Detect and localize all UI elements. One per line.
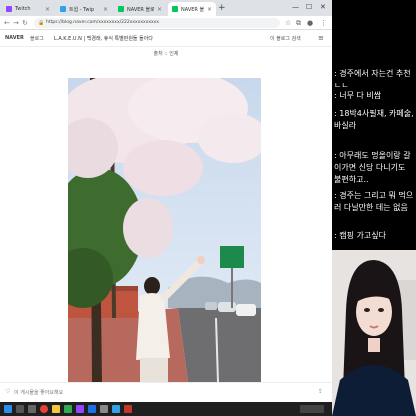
stream-chat: : 경주에서 자는건 추천 ㄴㄴ : 너무 다 비쌈 : 18박4사필재, 카페… <box>332 0 416 250</box>
tab-naver-active[interactable]: NAVER 블로그 [단독] 무슨 일이에요? × <box>168 2 216 16</box>
close-window-button[interactable]: ✕ <box>320 2 326 12</box>
tab-label: NAVER 블로그 [단독] 무슨 일이에요? <box>181 6 204 13</box>
app-icon[interactable] <box>64 405 72 413</box>
blog-link[interactable]: 블로그 <box>30 35 44 42</box>
forward-button[interactable]: → <box>13 18 19 28</box>
system-tray-icon[interactable] <box>300 405 324 413</box>
heart-icon[interactable]: ♡ <box>5 388 10 395</box>
twip-favicon-icon <box>60 6 66 12</box>
close-icon[interactable]: × <box>157 6 162 13</box>
tab-label: NAVER 블로그 :: 네이버 대한민국 1등 <box>127 6 154 13</box>
tab-label: Twitch <box>15 6 31 12</box>
folder-icon[interactable] <box>52 405 60 413</box>
chat-message: : 아무래도 멍올이랑 갈이가면 신당 다니기도 불편하고.. <box>334 151 411 184</box>
close-icon[interactable]: × <box>207 6 212 13</box>
star-icon[interactable]: ☆ <box>285 18 291 28</box>
tab-twip[interactable]: 트윕 - Twip × <box>56 2 112 16</box>
chat-message: : 캠핑 가고싶다 <box>334 231 386 240</box>
close-icon[interactable]: × <box>45 6 50 13</box>
webcam-illustration <box>332 250 416 416</box>
chat-message: : 경주에서 자는건 추천 ㄴㄴ <box>334 69 411 90</box>
back-button[interactable]: ← <box>4 18 10 28</box>
browser-window: Twitch × 트윕 - Twip × NAVER 블로그 :: 네이버 대한… <box>0 0 332 402</box>
menu-icon[interactable]: ⋮ <box>320 18 327 28</box>
search-icon[interactable] <box>16 405 24 413</box>
extension-icon[interactable]: ⧉ <box>296 18 301 28</box>
blog-search[interactable]: 이 블로그 검색 <box>270 35 301 42</box>
maximize-button[interactable]: ☐ <box>306 2 312 12</box>
minimize-button[interactable]: — <box>292 2 299 12</box>
app-icon[interactable] <box>88 405 96 413</box>
naver-logo[interactable]: NAVER <box>5 35 24 41</box>
chat-message: : 18박4사필재, 카페술, 바실라 <box>334 109 414 130</box>
naver-favicon-icon <box>118 6 124 12</box>
post-footer: ♡ 이 게시물을 좋아요해요 ⇪ <box>0 382 332 402</box>
tab-naver-1[interactable]: NAVER 블로그 :: 네이버 대한민국 1등 × <box>114 2 166 16</box>
app-icon[interactable] <box>76 405 84 413</box>
blog-header: NAVER 블로그 L.A.K.E.U.N | 백경래, 휴식 특별판원들 돌아… <box>0 31 332 47</box>
cherry-blossom-street-photo[interactable] <box>68 78 261 382</box>
new-tab-button[interactable]: + <box>218 3 226 13</box>
profile-icon[interactable]: ● <box>307 18 313 28</box>
photo-illustration <box>68 78 261 382</box>
screen: Twitch × 트윕 - Twip × NAVER 블로그 :: 네이버 대한… <box>0 0 416 416</box>
chat-message: : 너무 다 비쌈 <box>334 91 382 100</box>
share-icon[interactable]: ⇪ <box>318 388 323 395</box>
app-icon[interactable] <box>124 405 132 413</box>
blog-content: 출처 :: 인제 ⋯ <box>0 48 332 382</box>
photo-options-icon[interactable]: ⋯ <box>252 80 258 87</box>
app-icon[interactable] <box>112 405 120 413</box>
streamer-webcam <box>332 250 416 416</box>
hamburger-menu-icon[interactable]: ≡ <box>318 34 324 42</box>
start-icon[interactable] <box>4 405 12 413</box>
app-icon[interactable] <box>100 405 108 413</box>
browser-toolbar: ← → ↻ https://blog.naver.com/xxxxxxxx/22… <box>0 16 332 30</box>
chat-message: : 경주는 그리고 뭐 먹으러 다닐만한 데는 없음 <box>334 191 414 212</box>
close-icon[interactable]: × <box>103 6 108 13</box>
chrome-icon[interactable] <box>40 405 48 413</box>
naver-favicon-icon <box>172 6 178 12</box>
tab-label: 트윕 - Twip <box>69 6 95 13</box>
lock-icon: 🔒 <box>38 20 45 26</box>
like-text: 이 게시물을 좋아요해요 <box>14 390 64 396</box>
tab-strip: Twitch × 트윕 - Twip × NAVER 블로그 :: 네이버 대한… <box>0 0 332 16</box>
reload-button[interactable]: ↻ <box>22 18 28 28</box>
task-view-icon[interactable] <box>28 405 36 413</box>
post-title: L.A.K.E.U.N | 백경래, 휴식 특별판원들 돌아다 <box>54 36 153 42</box>
twitch-favicon-icon <box>6 6 12 12</box>
address-bar[interactable]: https://blog.naver.com/xxxxxxxx/222xxxxx… <box>34 18 280 28</box>
photo-caption: 출처 :: 인제 <box>153 51 179 57</box>
windows-taskbar <box>0 402 332 416</box>
tab-twitch[interactable]: Twitch × <box>2 2 54 16</box>
